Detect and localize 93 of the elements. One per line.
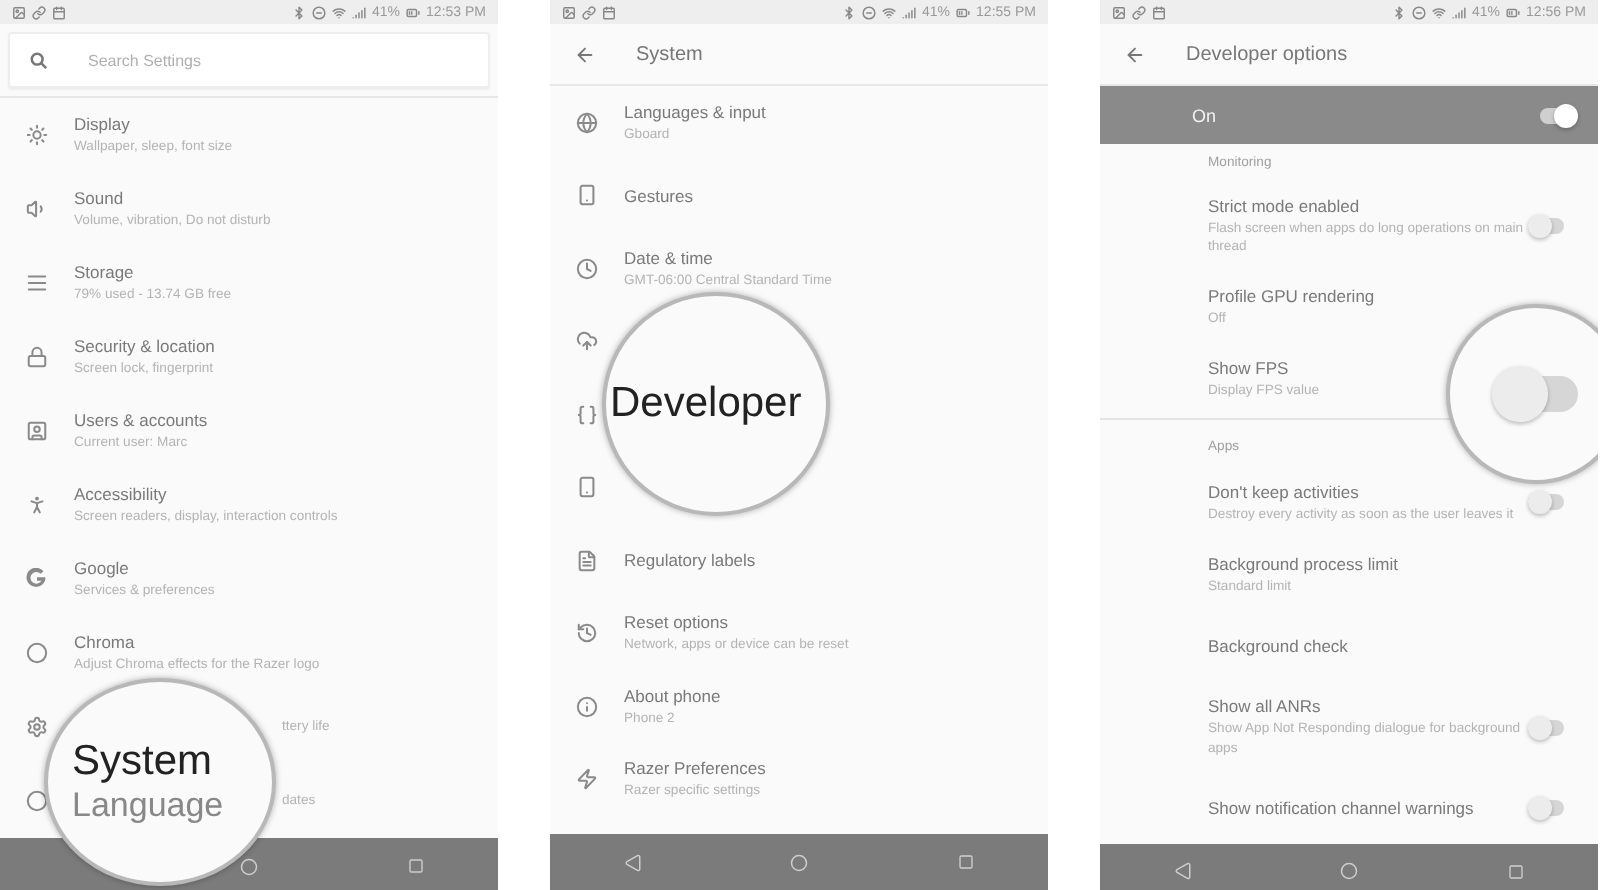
image-icon <box>562 5 576 19</box>
link-icon <box>32 5 46 19</box>
wifi-icon <box>1432 5 1447 19</box>
document-icon <box>576 549 598 572</box>
phone-icon <box>576 184 598 207</box>
toggle-switch[interactable] <box>1490 364 1582 424</box>
minus-circle-icon <box>1412 5 1427 19</box>
item-title[interactable]: Accessibility <box>74 483 167 504</box>
switch-label: On <box>1192 105 1219 125</box>
link-icon <box>1132 5 1146 19</box>
search-input[interactable]: Search Settings <box>84 49 468 71</box>
recents-icon[interactable] <box>957 854 973 870</box>
cloud-upload-icon <box>576 330 598 353</box>
toggle-switch[interactable] <box>1538 102 1578 128</box>
ring-icon <box>26 642 48 664</box>
lines-icon <box>26 272 48 294</box>
lock-icon <box>26 346 48 368</box>
g-letter-icon <box>26 568 48 590</box>
signal-icon <box>902 5 917 19</box>
back-icon[interactable] <box>1174 862 1192 881</box>
search-field[interactable]: Search Settings <box>8 32 490 88</box>
item-title[interactable]: Show notification channel warnings <box>1208 797 1474 818</box>
item-title[interactable]: Chroma <box>74 631 135 652</box>
image-icon <box>1112 5 1126 19</box>
item-title[interactable]: Don't keep activities <box>1208 481 1359 502</box>
speaker-icon <box>26 198 48 220</box>
contact-icon <box>26 420 48 442</box>
master-switch-bar[interactable]: On <box>1100 86 1598 144</box>
item-title[interactable]: Profile GPU rendering <box>1208 285 1375 306</box>
minus-circle-icon <box>312 5 327 19</box>
wifi-icon <box>882 5 897 19</box>
home-icon[interactable] <box>240 857 258 875</box>
image-icon <box>12 5 26 19</box>
home-icon[interactable] <box>1340 862 1358 881</box>
item-title[interactable]: Razer Preferences <box>624 758 766 779</box>
bluetooth-icon <box>292 5 307 19</box>
zigzag-icon <box>576 768 598 791</box>
magnified-text: System <box>72 738 215 786</box>
item-title[interactable]: Users & accounts <box>74 409 208 430</box>
bluetooth-icon <box>842 5 857 19</box>
battery-icon <box>956 5 971 19</box>
item-title[interactable]: Storage <box>74 261 134 282</box>
item-title[interactable]: Display <box>74 113 130 134</box>
signal-icon <box>352 5 367 19</box>
screen-title: Developer options <box>1186 43 1348 65</box>
toggle-switch[interactable] <box>1526 794 1566 821</box>
back-icon[interactable] <box>624 853 642 871</box>
braces-icon <box>576 403 598 426</box>
item-title[interactable]: Show all ANRs <box>1208 696 1321 717</box>
battery-icon <box>406 5 421 19</box>
toggle-switch[interactable] <box>1526 714 1566 741</box>
toggle-switch[interactable] <box>1526 213 1566 240</box>
toggle-switch[interactable] <box>1526 489 1566 516</box>
item-title[interactable]: Background process limit <box>1208 553 1398 574</box>
person-icon <box>26 494 48 516</box>
phone-icon <box>576 476 598 499</box>
back-arrow-icon[interactable] <box>1124 43 1146 65</box>
item-title[interactable]: Languages & input <box>624 101 766 122</box>
clock-icon <box>576 257 598 280</box>
ring-icon <box>26 790 48 812</box>
item-title[interactable]: About phone <box>624 685 721 706</box>
calendar-icon <box>1152 5 1166 19</box>
item-title[interactable]: Google <box>74 557 129 578</box>
item-title[interactable]: Gestures <box>624 185 693 206</box>
recents-icon[interactable] <box>407 858 423 874</box>
link-icon <box>582 5 596 19</box>
magnified-text: Developer <box>610 380 804 428</box>
history-icon <box>576 622 598 645</box>
calendar-icon <box>602 5 616 19</box>
item-title[interactable]: Show FPS <box>1208 357 1289 378</box>
battery-icon <box>1506 5 1521 19</box>
search-icon <box>30 51 48 69</box>
info-icon <box>576 695 598 718</box>
item-title[interactable]: Sound <box>74 187 124 208</box>
item-title[interactable]: Strict mode enabled <box>1208 196 1360 216</box>
globe-icon <box>576 111 598 134</box>
bluetooth-icon <box>1392 5 1407 19</box>
minus-circle-icon <box>862 5 877 19</box>
wifi-icon <box>332 5 347 19</box>
brightness-icon <box>26 124 48 146</box>
home-icon[interactable] <box>790 853 808 871</box>
screen-title: System <box>636 43 703 65</box>
item-title[interactable]: Security & location <box>74 335 215 356</box>
gear-icon <box>26 716 48 738</box>
item-title[interactable]: Date & time <box>624 247 713 268</box>
magnified-text: Language <box>72 786 226 826</box>
recents-icon[interactable] <box>1507 863 1523 880</box>
back-arrow-icon[interactable] <box>574 43 596 65</box>
signal-icon <box>1452 5 1467 19</box>
item-title[interactable]: Reset options <box>624 612 728 633</box>
item-title[interactable]: Background check <box>1208 636 1348 657</box>
item-title[interactable]: Regulatory labels <box>624 550 756 571</box>
calendar-icon <box>52 5 66 19</box>
